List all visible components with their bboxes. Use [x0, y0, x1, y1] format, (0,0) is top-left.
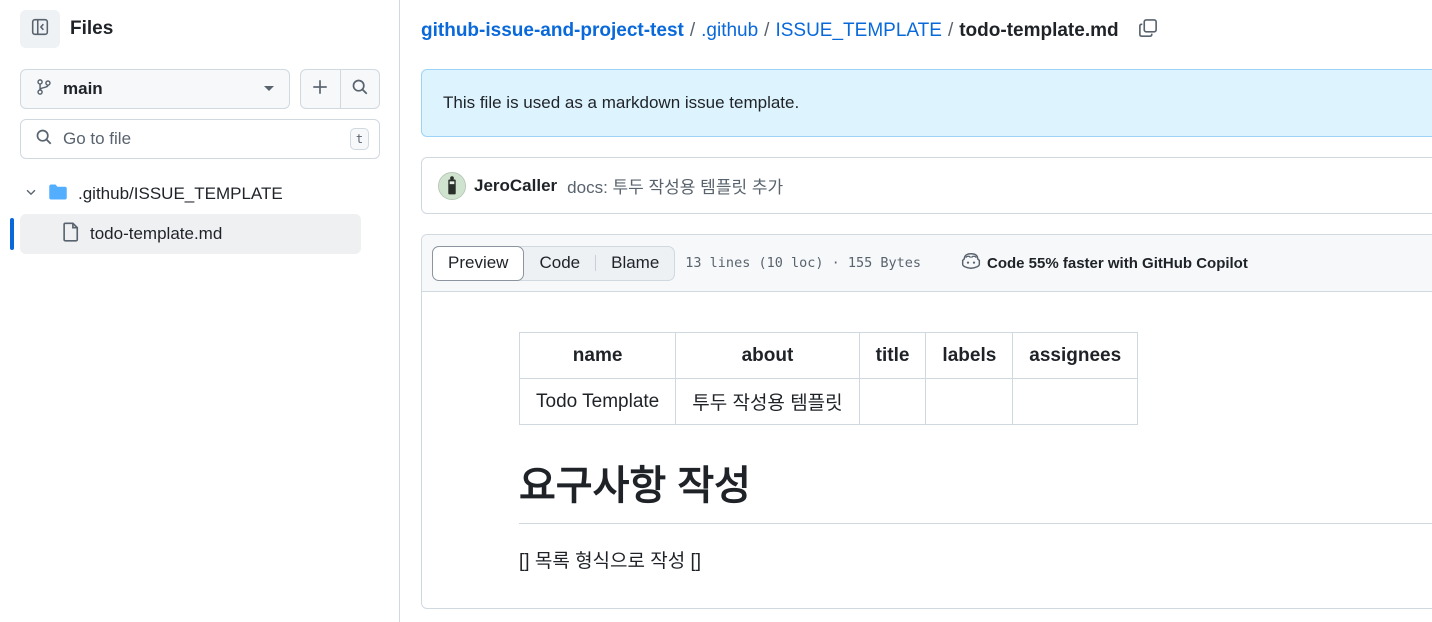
table-header-row: name about title labels assignees — [518, 332, 1139, 379]
table-cell — [1012, 378, 1139, 425]
tab-blame[interactable]: Blame — [596, 246, 674, 281]
tree-folder-item[interactable]: .github/ISSUE_TEMPLATE — [20, 175, 360, 213]
copilot-icon — [961, 252, 981, 274]
go-to-file-field[interactable]: t — [20, 119, 380, 159]
file-tree-sidebar: Files main Go to file t .github/ISSUE_TE… — [0, 0, 400, 622]
markdown-heading: 요구사항 작성 — [519, 453, 1432, 524]
breadcrumb: github-issue-and-project-test / .github … — [421, 16, 1159, 46]
frontmatter-table: name about title labels assignees Todo T… — [518, 332, 1139, 425]
copy-icon — [1138, 18, 1158, 44]
notice-text: This file is used as a markdown issue te… — [443, 93, 800, 112]
search-icon — [351, 78, 369, 101]
file-meta-info: 13 lines (10 loc) · 155 Bytes — [685, 255, 921, 271]
folder-icon — [48, 183, 68, 206]
markdown-paragraph: [] 목록 형식으로 작성 [] — [519, 551, 702, 572]
triangle-down-icon — [263, 80, 275, 98]
table-header-cell: labels — [925, 332, 1014, 379]
git-branch-icon — [35, 78, 53, 101]
active-item-indicator — [10, 218, 14, 250]
sidebar-collapse-icon — [31, 18, 49, 41]
table-header-cell: name — [518, 332, 677, 379]
chevron-down-icon — [24, 185, 38, 204]
breadcrumb-issue-template-link[interactable]: ISSUE_TEMPLATE — [775, 20, 941, 42]
table-row: Todo Template 투두 작성용 템플릿 — [518, 378, 1139, 425]
table-cell: Todo Template — [518, 378, 677, 425]
file-header: Preview Code Blame 13 lines (10 loc) · 1… — [422, 235, 1432, 292]
table-header-cell: title — [858, 332, 927, 379]
breadcrumb-separator: / — [764, 20, 770, 41]
avatar[interactable] — [438, 171, 466, 200]
branch-row: main — [20, 69, 380, 109]
plus-icon — [311, 78, 329, 101]
breadcrumb-separator: / — [947, 20, 954, 41]
branch-selector[interactable]: main — [20, 69, 290, 109]
breadcrumb-github-link[interactable]: .github — [701, 20, 758, 42]
add-file-button[interactable] — [301, 70, 340, 108]
file-viewer: Preview Code Blame 13 lines (10 loc) · 1… — [421, 234, 1432, 609]
search-icon — [35, 128, 53, 151]
table-header-cell: about — [675, 332, 860, 379]
sidebar-header: Files — [20, 10, 113, 48]
breadcrumb-current-file: todo-template.md — [959, 20, 1119, 41]
latest-commit-bar: JeroCaller docs: 투두 작성용 템플릿 추가 — [421, 157, 1432, 214]
breadcrumb-repo-link[interactable]: github-issue-and-project-test — [421, 20, 684, 42]
file-actions-group — [300, 69, 380, 109]
commit-author-link[interactable]: JeroCaller — [474, 176, 557, 196]
table-cell: 투두 작성용 템플릿 — [675, 378, 860, 425]
copilot-promo-label: Code 55% faster with GitHub Copilot — [987, 254, 1248, 272]
table-header-cell: assignees — [1012, 332, 1139, 379]
issue-template-notice: This file is used as a markdown issue te… — [421, 69, 1432, 137]
tree-file-label: todo-template.md — [90, 224, 223, 243]
collapse-sidebar-button[interactable] — [20, 10, 60, 48]
search-code-button[interactable] — [339, 70, 379, 108]
markdown-preview: name about title labels assignees Todo T… — [518, 332, 1432, 573]
table-cell — [858, 378, 927, 425]
tree-file-item[interactable]: todo-template.md — [20, 214, 361, 254]
tab-code[interactable]: Code — [524, 246, 595, 281]
copilot-promo-link[interactable]: Code 55% faster with GitHub Copilot — [961, 252, 1248, 274]
tree-folder-label: .github/ISSUE_TEMPLATE — [78, 184, 283, 203]
table-cell — [925, 378, 1014, 425]
view-mode-segmented-control: Preview Code Blame — [432, 245, 676, 281]
sidebar-title: Files — [70, 18, 114, 39]
tab-preview[interactable]: Preview — [432, 245, 525, 281]
copy-path-button[interactable] — [1137, 19, 1159, 43]
breadcrumb-separator: / — [689, 20, 696, 41]
commit-message-link[interactable]: docs: 투두 작성용 템플릿 추가 — [567, 173, 783, 198]
go-to-file-input[interactable] — [63, 129, 350, 149]
keyboard-shortcut-hint: t — [350, 128, 369, 150]
branch-name: main — [63, 79, 103, 98]
file-icon — [62, 221, 80, 247]
